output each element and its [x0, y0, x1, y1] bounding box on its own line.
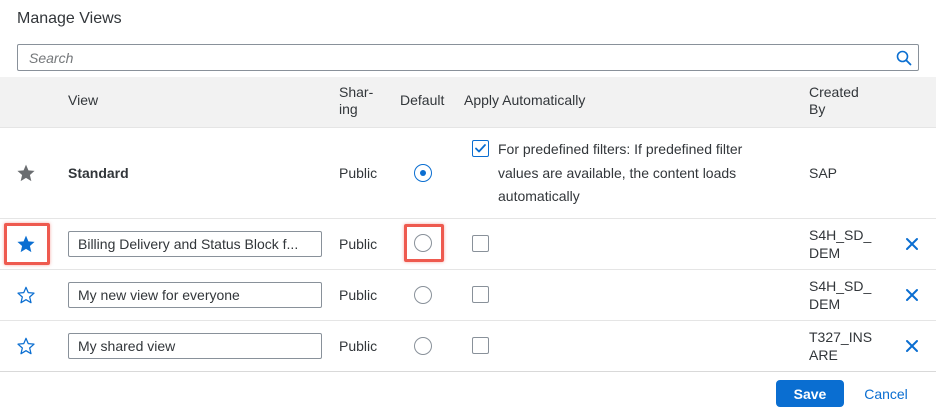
sharing-value: Public — [339, 287, 378, 303]
apply-auto-description: For predefined filters: If predefined fi… — [498, 141, 743, 204]
sharing-value: Public — [339, 338, 378, 354]
star-filled-icon[interactable] — [15, 162, 37, 184]
sharing-value: Public — [339, 236, 378, 252]
apply-auto-checkbox[interactable] — [472, 337, 489, 354]
decline-icon[interactable] — [903, 235, 921, 253]
star-outline-icon[interactable] — [15, 335, 37, 357]
search-field[interactable] — [17, 44, 919, 71]
column-header-view: View — [68, 92, 99, 108]
created-by: SAP — [809, 165, 838, 181]
apply-auto-checkbox[interactable] — [472, 140, 489, 157]
search-icon[interactable] — [890, 45, 918, 70]
table-row[interactable]: Public S4H_SD_ DEM — [0, 219, 936, 270]
created-by: T327_INS ARE — [809, 329, 873, 363]
view-name-input[interactable] — [68, 231, 322, 257]
default-radio[interactable] — [414, 337, 432, 355]
cancel-button[interactable]: Cancel — [854, 380, 918, 407]
save-button[interactable]: Save — [776, 380, 844, 407]
dialog-title: Manage Views — [17, 10, 122, 27]
column-header-apply-automatically: Apply Automatically — [464, 92, 586, 108]
table-header: View Shar- ing Default Apply Automatical… — [0, 77, 936, 128]
footer-divider — [0, 371, 936, 372]
view-name-input[interactable] — [68, 282, 322, 308]
star-outline-icon[interactable] — [15, 284, 37, 306]
column-header-default: Default — [400, 92, 445, 108]
decline-icon[interactable] — [903, 286, 921, 304]
default-radio[interactable] — [414, 234, 432, 252]
table-row[interactable]: Public T327_INS ARE — [0, 321, 936, 371]
view-name: Standard — [68, 165, 129, 181]
sharing-value: Public — [339, 165, 378, 181]
view-name-input[interactable] — [68, 333, 322, 359]
star-filled-icon[interactable] — [15, 233, 37, 255]
default-radio[interactable] — [414, 164, 432, 182]
column-header-sharing: Shar- ing — [339, 84, 374, 117]
checkmark-icon — [475, 144, 486, 153]
created-by: S4H_SD_ DEM — [809, 278, 872, 312]
apply-auto-checkbox[interactable] — [472, 286, 489, 303]
manage-views-dialog: Manage Views View Shar- ing Default Appl… — [0, 0, 936, 414]
apply-auto-checkbox[interactable] — [472, 235, 489, 252]
search-input[interactable] — [18, 45, 888, 70]
column-header-created-by: Created By — [809, 84, 859, 117]
decline-icon[interactable] — [903, 337, 921, 355]
created-by: S4H_SD_ DEM — [809, 227, 872, 261]
table-row[interactable]: Standard Public For predefined filters: … — [0, 128, 936, 219]
table-row[interactable]: Public S4H_SD_ DEM — [0, 270, 936, 321]
default-radio[interactable] — [414, 286, 432, 304]
